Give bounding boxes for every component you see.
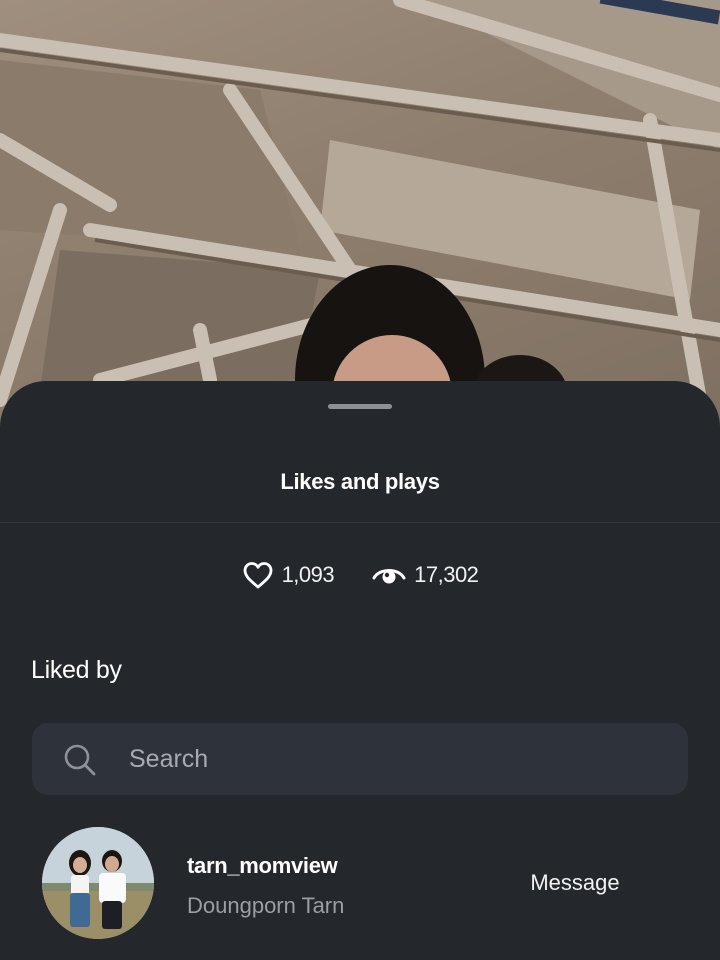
liked-user-row[interactable]: tarn_momview Doungporn Tarn Message [0, 825, 720, 943]
eye-icon [372, 562, 406, 588]
likes-and-plays-screen: Likes and plays 1,093 17,302 Liked by Se… [0, 0, 720, 960]
plays-count-stat: 17,302 [372, 562, 479, 588]
sheet-drag-handle[interactable] [328, 404, 392, 409]
message-button[interactable]: Message [510, 863, 640, 903]
stats-row: 1,093 17,302 [0, 557, 720, 593]
title-divider [0, 522, 720, 523]
likes-bottom-sheet: Likes and plays 1,093 17,302 Liked by Se… [0, 381, 720, 960]
avatar[interactable] [42, 827, 154, 939]
username[interactable]: tarn_momview [187, 853, 338, 879]
search-input[interactable] [127, 723, 667, 795]
sheet-title: Likes and plays [280, 469, 440, 494]
search-icon [63, 743, 97, 782]
heart-icon [242, 560, 274, 590]
search-bar[interactable] [32, 723, 688, 795]
plays-count: 17,302 [414, 562, 479, 587]
likes-count-stat: 1,093 [242, 560, 335, 590]
likes-count: 1,093 [281, 562, 335, 587]
liked-by-heading: Liked by [31, 656, 122, 684]
user-full-name: Doungporn Tarn [187, 893, 345, 918]
